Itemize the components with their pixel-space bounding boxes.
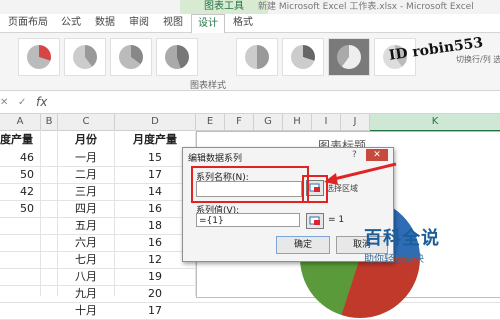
tab-format[interactable]: 格式 — [227, 14, 259, 32]
cell-c[interactable]: 十月 — [58, 302, 114, 320]
chart-style-5[interactable] — [236, 38, 278, 76]
column-header-e[interactable]: E — [196, 114, 225, 131]
cell-c[interactable]: 八月 — [58, 268, 114, 286]
cell-a[interactable] — [0, 251, 40, 269]
red-arrow-icon — [324, 162, 397, 185]
column-header-b[interactable]: B — [41, 114, 58, 131]
select-values-button[interactable] — [306, 213, 324, 229]
highlight-series-name — [191, 166, 309, 203]
cell-c[interactable]: 一月 — [58, 149, 114, 167]
column-header-c[interactable]: C — [58, 114, 115, 131]
column-header-d[interactable]: D — [115, 114, 196, 131]
help-icon[interactable]: ? — [352, 150, 357, 160]
chart-tools-context-tab: 图表工具 — [180, 0, 268, 15]
cell-a[interactable] — [0, 268, 40, 286]
formula-enter-icon[interactable]: ✓ — [18, 97, 26, 108]
cell-c[interactable]: 三月 — [58, 183, 114, 201]
chart-styles-group-label: 图表样式 — [190, 81, 227, 91]
column-header-f[interactable]: F — [225, 114, 254, 131]
chart-style-1[interactable] — [18, 38, 60, 76]
series-values-input[interactable]: ={1} — [196, 213, 300, 227]
cell-a[interactable]: 50 — [0, 200, 40, 218]
formula-cancel-icon[interactable]: ✕ — [0, 97, 8, 108]
tab-review[interactable]: 审阅 — [124, 14, 154, 32]
grid-line — [40, 130, 41, 296]
cell-c[interactable]: 七月 — [58, 251, 114, 269]
chart-style-6[interactable] — [282, 38, 324, 76]
cell-a[interactable] — [0, 217, 40, 235]
tab-data[interactable]: 数据 — [90, 14, 120, 32]
chart-style-2[interactable] — [64, 38, 106, 76]
cell-a[interactable] — [0, 234, 40, 252]
values-result: = 1 — [328, 215, 345, 225]
cell-a[interactable]: 50 — [0, 166, 40, 184]
cell-c[interactable]: 四月 — [58, 200, 114, 218]
cell-c[interactable]: 九月 — [58, 285, 114, 303]
brand-logo-text: 百科全说 — [364, 228, 440, 249]
cell-c[interactable]: 二月 — [58, 166, 114, 184]
chart-style-3[interactable] — [110, 38, 152, 76]
cell-c-header[interactable]: 月份 — [58, 131, 114, 149]
tab-view[interactable]: 视图 — [158, 14, 188, 32]
cell-a[interactable] — [0, 285, 40, 303]
select-range-icon — [309, 216, 320, 225]
window-title: 新建 Microsoft Excel 工作表.xlsx - Microsoft … — [258, 2, 474, 12]
tab-formulas[interactable]: 公式 — [56, 14, 86, 32]
cell-d[interactable]: 20 — [115, 285, 195, 303]
column-header-k[interactable]: K — [370, 114, 500, 132]
column-header-h[interactable]: H — [283, 114, 312, 131]
cell-a[interactable]: 42 — [0, 183, 40, 201]
cell-d[interactable]: 17 — [115, 302, 195, 320]
formula-bar — [0, 91, 500, 114]
column-header-g[interactable]: G — [254, 114, 283, 131]
cell-c[interactable]: 六月 — [58, 234, 114, 252]
cell-d[interactable]: 19 — [115, 268, 195, 286]
ok-button[interactable]: 确定 — [276, 236, 330, 254]
cell-a-header[interactable]: 度产量 — [0, 131, 40, 149]
column-header-a[interactable]: A — [0, 114, 41, 131]
brand-slogan: 助你轻松解决 — [364, 254, 424, 265]
chart-style-4[interactable] — [156, 38, 198, 76]
cell-a[interactable]: 46 — [0, 149, 40, 167]
cell-c[interactable]: 五月 — [58, 217, 114, 235]
tab-page-layout[interactable]: 页面布局 — [4, 14, 52, 32]
insert-function-icon[interactable]: fx — [36, 95, 47, 109]
switch-row-col-label[interactable]: 切换行/列 选 — [456, 54, 500, 65]
chart-style-7[interactable] — [328, 38, 370, 76]
column-header-i[interactable]: I — [312, 114, 341, 131]
cell-a[interactable] — [0, 302, 40, 320]
column-header-j[interactable]: J — [341, 114, 370, 131]
dialog-title: 编辑数据系列 — [188, 154, 243, 164]
tab-design[interactable]: 设计 — [191, 14, 225, 33]
